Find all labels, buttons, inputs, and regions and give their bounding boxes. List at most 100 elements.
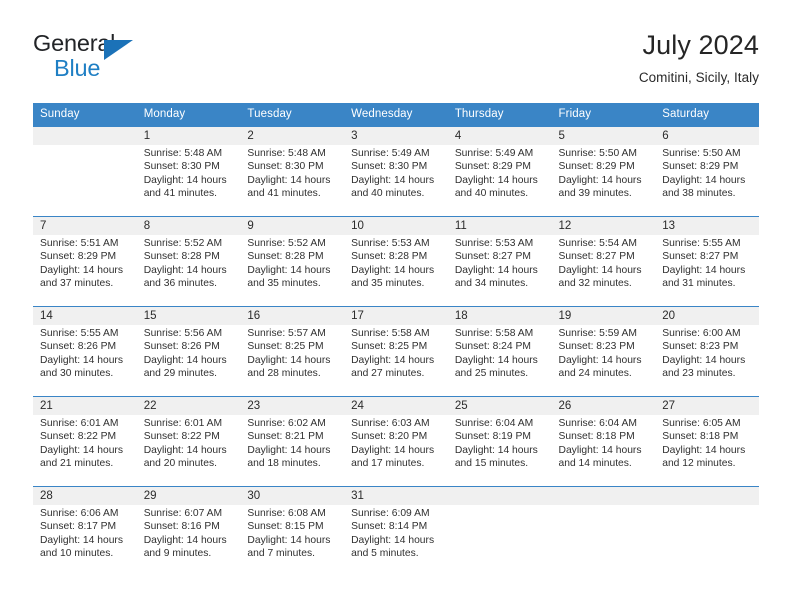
- calendar-cell-day[interactable]: 13 Sunrise: 5:55 AM Sunset: 8:27 PM Dayligh…: [655, 216, 759, 307]
- calendar-cell-day[interactable]: 20 Sunrise: 6:00 AM Sunset: 8:23 PM Dayligh…: [655, 306, 759, 397]
- day-info-sunset: Sunset: 8:29 PM: [662, 161, 739, 173]
- calendar-cell-empty: [33, 126, 137, 217]
- day-info-sunset: Sunset: 8:14 PM: [351, 521, 428, 533]
- day-info-daylight-l1: Daylight: 14 hours: [40, 534, 123, 546]
- day-info-sunrise: Sunrise: 5:58 AM: [454, 328, 534, 339]
- day-sun-info: Sunrise: 6:01 AM Sunset: 8:22 PM Daylight:…: [33, 415, 137, 470]
- day-sun-info: Sunrise: 5:55 AM Sunset: 8:26 PM Daylight:…: [33, 325, 137, 380]
- calendar-cell-day[interactable]: 15 Sunrise: 5:56 AM Sunset: 8:26 PM Dayligh…: [136, 306, 241, 397]
- calendar-cell-day[interactable]: 10 Sunrise: 5:53 AM Sunset: 8:28 PM Dayligh…: [344, 216, 448, 307]
- day-info-sunset: Sunset: 8:22 PM: [143, 431, 220, 443]
- calendar-cell-day[interactable]: 14 Sunrise: 5:55 AM Sunset: 8:26 PM Dayligh…: [33, 306, 137, 397]
- day-info-daylight-l2: and 7 minutes.: [247, 547, 315, 559]
- day-number: 25: [447, 397, 552, 415]
- weekday-header-thursday: Thursday: [447, 103, 552, 127]
- day-info-sunset: Sunset: 8:16 PM: [143, 521, 220, 533]
- day-info-sunrise: Sunrise: 6:06 AM: [40, 508, 119, 519]
- day-number: [447, 487, 552, 505]
- day-info-daylight-l1: Daylight: 14 hours: [558, 444, 642, 456]
- day-info-daylight-l1: Daylight: 14 hours: [40, 354, 123, 366]
- day-info-daylight-l2: and 31 minutes.: [662, 277, 736, 289]
- day-info-daylight-l2: and 17 minutes.: [351, 457, 425, 469]
- calendar-cell-day[interactable]: 21 Sunrise: 6:01 AM Sunset: 8:22 PM Dayligh…: [33, 396, 137, 487]
- calendar-cell-day[interactable]: 2 Sunrise: 5:48 AM Sunset: 8:30 PM Daylight…: [240, 126, 345, 217]
- day-number: 1: [136, 127, 241, 145]
- day-sun-info: Sunrise: 6:09 AM Sunset: 8:14 PM Daylight:…: [344, 505, 448, 560]
- calendar-cell-day[interactable]: 29 Sunrise: 6:07 AM Sunset: 8:16 PM Dayligh…: [136, 486, 241, 577]
- day-info-daylight-l2: and 37 minutes.: [40, 277, 114, 289]
- day-number: [655, 487, 759, 505]
- day-info-daylight-l1: Daylight: 14 hours: [143, 444, 227, 456]
- day-number: 9: [240, 217, 345, 235]
- weekday-header-tuesday: Tuesday: [240, 103, 345, 127]
- day-sun-info: Sunrise: 5:53 AM Sunset: 8:28 PM Daylight:…: [344, 235, 448, 290]
- calendar-cell-day[interactable]: 5 Sunrise: 5:50 AM Sunset: 8:29 PM Daylight…: [551, 126, 656, 217]
- calendar-cell-day[interactable]: 28 Sunrise: 6:06 AM Sunset: 8:17 PM Dayligh…: [33, 486, 137, 577]
- day-info-daylight-l1: Daylight: 14 hours: [143, 534, 227, 546]
- day-info-sunset: Sunset: 8:30 PM: [351, 161, 428, 173]
- day-info-daylight-l2: and 25 minutes.: [454, 367, 529, 379]
- calendar-week-row: 21 Sunrise: 6:01 AM Sunset: 8:22 PM Dayligh…: [33, 396, 759, 487]
- day-sun-info: Sunrise: 5:49 AM Sunset: 8:30 PM Daylight:…: [344, 145, 448, 200]
- calendar-grid: Sunday Monday Tuesday Wednesday Thursday…: [33, 103, 759, 577]
- day-sun-info: Sunrise: 6:04 AM Sunset: 8:19 PM Daylight:…: [448, 415, 552, 470]
- page-title: July 2024: [642, 30, 759, 60]
- calendar-cell-day[interactable]: 17 Sunrise: 5:58 AM Sunset: 8:25 PM Dayligh…: [344, 306, 448, 397]
- day-info-sunrise: Sunrise: 5:48 AM: [143, 148, 223, 159]
- day-sun-info: Sunrise: 5:57 AM Sunset: 8:25 PM Daylight:…: [240, 325, 344, 380]
- calendar-cell-day[interactable]: 19 Sunrise: 5:59 AM Sunset: 8:23 PM Dayligh…: [551, 306, 656, 397]
- day-number: 24: [344, 397, 448, 415]
- calendar-cell-day[interactable]: 12 Sunrise: 5:54 AM Sunset: 8:27 PM Dayligh…: [551, 216, 656, 307]
- day-info-daylight-l2: and 14 minutes.: [558, 457, 632, 469]
- weekday-header-friday: Friday: [551, 103, 656, 127]
- calendar-cell-day[interactable]: 11 Sunrise: 5:53 AM Sunset: 8:27 PM Dayligh…: [447, 216, 552, 307]
- calendar-cell-day[interactable]: 25 Sunrise: 6:04 AM Sunset: 8:19 PM Dayligh…: [447, 396, 552, 487]
- calendar-cell-day[interactable]: 3 Sunrise: 5:49 AM Sunset: 8:30 PM Daylight…: [344, 126, 448, 217]
- day-info-sunset: Sunset: 8:29 PM: [558, 161, 635, 173]
- day-info-sunset: Sunset: 8:26 PM: [143, 341, 220, 353]
- day-info-sunrise: Sunrise: 5:58 AM: [351, 328, 430, 339]
- day-info-daylight-l1: Daylight: 14 hours: [40, 444, 123, 456]
- calendar-cell-day[interactable]: 1 Sunrise: 5:48 AM Sunset: 8:30 PM Daylight…: [136, 126, 241, 217]
- day-number: 30: [240, 487, 345, 505]
- calendar-cell-day[interactable]: 6 Sunrise: 5:50 AM Sunset: 8:29 PM Daylight…: [655, 126, 759, 217]
- calendar-cell-day[interactable]: 4 Sunrise: 5:49 AM Sunset: 8:29 PM Daylight…: [447, 126, 552, 217]
- day-info-daylight-l2: and 23 minutes.: [662, 367, 736, 379]
- calendar-cell-day[interactable]: 16 Sunrise: 5:57 AM Sunset: 8:25 PM Dayligh…: [240, 306, 345, 397]
- calendar-cell-day[interactable]: 27 Sunrise: 6:05 AM Sunset: 8:18 PM Dayligh…: [655, 396, 759, 487]
- day-info-sunset: Sunset: 8:25 PM: [351, 341, 428, 353]
- calendar-cell-day[interactable]: 31 Sunrise: 6:09 AM Sunset: 8:14 PM Dayligh…: [344, 486, 448, 577]
- calendar-week-row: 1 Sunrise: 5:48 AM Sunset: 8:30 PM Daylight…: [33, 126, 759, 217]
- day-info-daylight-l1: Daylight: 14 hours: [662, 444, 746, 456]
- day-info-sunrise: Sunrise: 6:03 AM: [351, 418, 430, 429]
- day-info-daylight-l1: Daylight: 14 hours: [454, 264, 538, 276]
- calendar-cell-day[interactable]: 8 Sunrise: 5:52 AM Sunset: 8:28 PM Daylight…: [136, 216, 241, 307]
- calendar-cell-day[interactable]: 24 Sunrise: 6:03 AM Sunset: 8:20 PM Dayligh…: [344, 396, 448, 487]
- calendar-cell-day[interactable]: 22 Sunrise: 6:01 AM Sunset: 8:22 PM Dayligh…: [136, 396, 241, 487]
- day-info-sunset: Sunset: 8:29 PM: [40, 251, 117, 263]
- calendar-cell-day[interactable]: 7 Sunrise: 5:51 AM Sunset: 8:29 PM Daylight…: [33, 216, 137, 307]
- brand-logo[interactable]: General Blue: [33, 28, 148, 80]
- calendar-cell-day[interactable]: 18 Sunrise: 5:58 AM Sunset: 8:24 PM Dayligh…: [447, 306, 552, 397]
- day-info-sunrise: Sunrise: 5:50 AM: [558, 148, 637, 159]
- day-info-daylight-l1: Daylight: 14 hours: [40, 264, 123, 276]
- day-info-daylight-l1: Daylight: 14 hours: [351, 264, 435, 276]
- calendar-cell-day[interactable]: 26 Sunrise: 6:04 AM Sunset: 8:18 PM Dayligh…: [551, 396, 656, 487]
- title-block: July 2024 Comitini, Sicily, Italy: [639, 28, 759, 88]
- day-info-daylight-l1: Daylight: 14 hours: [247, 444, 331, 456]
- day-info-daylight-l1: Daylight: 14 hours: [662, 174, 746, 186]
- blue-triangle-flag-icon: [104, 40, 133, 60]
- day-sun-info: Sunrise: 5:58 AM Sunset: 8:25 PM Daylight:…: [344, 325, 448, 380]
- day-number: [33, 127, 137, 145]
- day-info-daylight-l2: and 29 minutes.: [143, 367, 217, 379]
- calendar-week-row: 28 Sunrise: 6:06 AM Sunset: 8:17 PM Dayligh…: [33, 486, 759, 577]
- day-info-sunrise: Sunrise: 5:54 AM: [558, 238, 637, 249]
- calendar-cell-day[interactable]: 9 Sunrise: 5:52 AM Sunset: 8:28 PM Daylight…: [240, 216, 345, 307]
- day-info-daylight-l2: and 41 minutes.: [247, 187, 321, 199]
- calendar-cell-day[interactable]: 23 Sunrise: 6:02 AM Sunset: 8:21 PM Dayligh…: [240, 396, 345, 487]
- weekday-header-wednesday: Wednesday: [344, 103, 448, 127]
- day-info-daylight-l1: Daylight: 14 hours: [454, 354, 538, 366]
- calendar-cell-day[interactable]: 30 Sunrise: 6:08 AM Sunset: 8:15 PM Dayligh…: [240, 486, 345, 577]
- day-info-sunrise: Sunrise: 5:50 AM: [662, 148, 741, 159]
- day-info-sunrise: Sunrise: 5:55 AM: [662, 238, 741, 249]
